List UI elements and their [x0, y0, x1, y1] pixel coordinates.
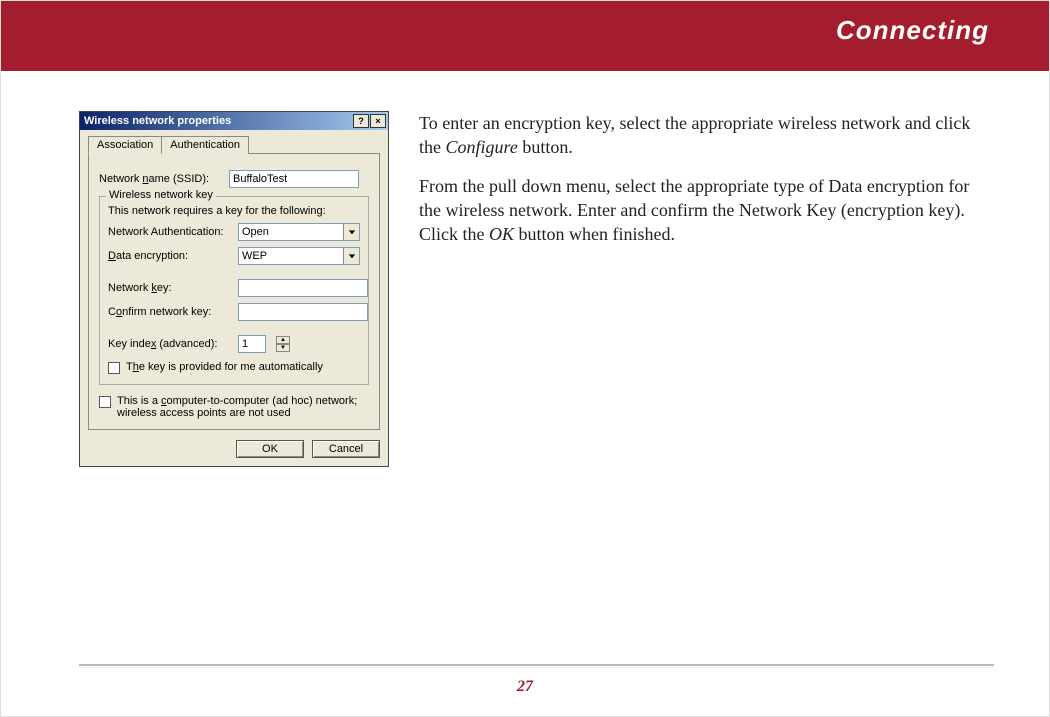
confirm-key-label: Confirm network key: — [108, 306, 228, 318]
dialog-titlebar: Wireless network properties ? × — [80, 112, 388, 130]
cancel-button[interactable]: Cancel — [312, 440, 380, 458]
key-hint: This network requires a key for the foll… — [108, 205, 360, 217]
encryption-dropdown[interactable]: WEP — [238, 247, 360, 265]
network-key-label: Network key: — [108, 282, 228, 294]
paragraph-1: To enter an encryption key, select the a… — [419, 111, 994, 160]
ssid-input[interactable] — [229, 170, 359, 188]
confirm-key-input[interactable] — [238, 303, 368, 321]
adhoc-label: This is a computer-to-computer (ad hoc) … — [117, 395, 369, 419]
dialog-screenshot: Wireless network properties ? × Associat… — [79, 111, 389, 467]
auth-label: Network Authentication: — [108, 226, 228, 238]
chevron-down-icon — [343, 248, 359, 264]
page-number: 27 — [1, 678, 1049, 696]
tab-association[interactable]: Association — [88, 136, 162, 154]
paragraph-2: From the pull down menu, select the appr… — [419, 174, 994, 247]
ssid-label: Network name (SSID): — [99, 173, 219, 185]
ok-button[interactable]: OK — [236, 440, 304, 458]
key-index-spinner[interactable]: ▲ ▼ — [276, 336, 290, 352]
chevron-down-icon — [343, 224, 359, 240]
auth-value: Open — [239, 226, 343, 238]
network-key-input[interactable] — [238, 279, 368, 297]
dialog-title: Wireless network properties — [84, 115, 231, 127]
adhoc-checkbox[interactable] — [99, 396, 111, 408]
wireless-key-group: Wireless network key This network requir… — [99, 196, 369, 385]
tab-authentication[interactable]: Authentication — [161, 136, 249, 154]
close-button[interactable]: × — [370, 114, 386, 128]
help-button[interactable]: ? — [353, 114, 369, 128]
header-title: Connecting — [836, 15, 989, 46]
key-index-label: Key index (advanced): — [108, 338, 228, 350]
wireless-key-legend: Wireless network key — [106, 189, 216, 201]
wireless-properties-dialog: Wireless network properties ? × Associat… — [79, 111, 389, 467]
body-text: To enter an encryption key, select the a… — [419, 111, 994, 467]
footer-rule — [79, 664, 994, 668]
encryption-value: WEP — [239, 250, 343, 262]
spinner-up-icon[interactable]: ▲ — [276, 336, 290, 344]
tab-panel: Network name (SSID): Wireless network ke… — [88, 153, 380, 430]
auth-dropdown[interactable]: Open — [238, 223, 360, 241]
header-bar: Connecting — [1, 1, 1049, 71]
encryption-label: Data encryption: — [108, 250, 228, 262]
auto-key-checkbox[interactable] — [108, 362, 120, 374]
spinner-down-icon[interactable]: ▼ — [276, 344, 290, 352]
key-index-input[interactable] — [238, 335, 266, 353]
auto-key-label: The key is provided for me automatically — [126, 361, 323, 373]
